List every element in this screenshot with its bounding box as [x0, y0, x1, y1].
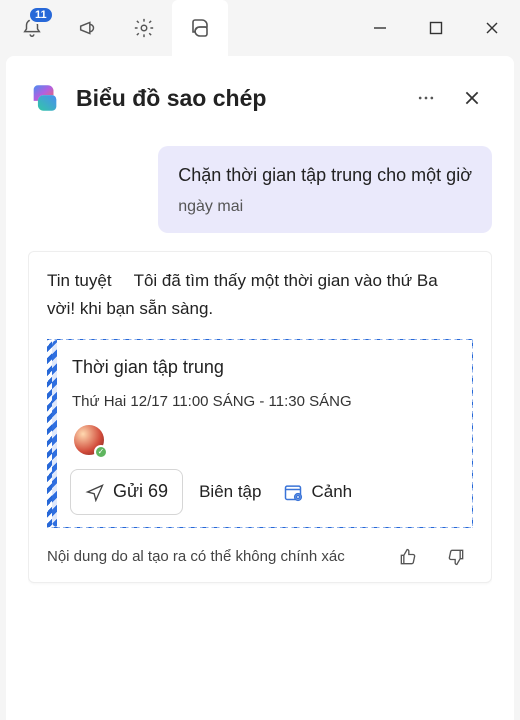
edit-button[interactable]: Biên tập — [193, 472, 267, 512]
settings-button[interactable] — [116, 0, 172, 56]
announce-button[interactable] — [60, 0, 116, 56]
window-controls — [352, 0, 520, 56]
send-icon — [85, 482, 105, 502]
user-message-line1: Chặn thời gian tập trung cho một giờ — [178, 162, 472, 189]
edit-button-label: Biên tập — [199, 479, 261, 505]
user-message-line2: ngày mai — [178, 195, 472, 219]
presence-available-icon — [94, 445, 108, 459]
calendar-icon — [283, 482, 303, 502]
attendee-avatar — [72, 423, 106, 457]
maximize-button[interactable] — [408, 0, 464, 56]
assistant-text-right: Tôi đã tìm thấy một thời gian vào thứ Ba — [134, 268, 438, 294]
chat-area: Chặn thời gian tập trung cho một giờ ngà… — [28, 146, 492, 710]
ai-disclaimer-text: Nội dung do al tạo ra có thể không chính… — [47, 545, 345, 568]
notifications-button[interactable]: 11 — [4, 0, 60, 56]
copilot-panel: Biểu đồ sao chép Chặn thời gian tập trun… — [6, 56, 514, 720]
assistant-text-row2: vời! khi bạn sẵn sàng. — [47, 296, 473, 322]
thumbs-up-button[interactable] — [391, 540, 425, 574]
assistant-text-left: Tin tuyệt — [47, 268, 112, 294]
copilot-tab-button[interactable] — [172, 0, 228, 56]
close-window-button[interactable] — [464, 0, 520, 56]
view-calendar-button[interactable]: Cảnh — [277, 472, 358, 512]
titlebar-left-icons: 11 — [0, 0, 352, 56]
panel-header-actions — [406, 78, 492, 118]
event-card: Thời gian tập trung Thứ Hai 12/17 11:00 … — [47, 339, 473, 528]
event-title: Thời gian tập trung — [72, 354, 458, 382]
event-card-actions: Gửi 69 Biên tập Cảnh — [70, 469, 458, 515]
send-button[interactable]: Gửi 69 — [70, 469, 183, 515]
event-time: Thứ Hai 12/17 11:00 SÁNG - 11:30 SÁNG — [72, 390, 458, 413]
thumbs-down-button[interactable] — [439, 540, 473, 574]
panel-title: Biểu đồ sao chép — [76, 85, 392, 112]
more-options-button[interactable] — [406, 78, 446, 118]
assistant-text-row1: Tin tuyệt Tôi đã tìm thấy một thời gian … — [47, 268, 473, 294]
panel-header: Biểu đồ sao chép — [28, 78, 492, 118]
copilot-logo-icon — [28, 81, 62, 115]
close-panel-button[interactable] — [452, 78, 492, 118]
view-button-label: Cảnh — [311, 479, 352, 505]
minimize-button[interactable] — [352, 0, 408, 56]
thumbs-up-icon — [398, 547, 418, 567]
thumbs-down-icon — [446, 547, 466, 567]
user-message-bubble: Chặn thời gian tập trung cho một giờ ngà… — [158, 146, 492, 233]
notification-badge: 11 — [28, 6, 54, 24]
assistant-footer: Nội dung do al tạo ra có thể không chính… — [47, 540, 473, 574]
window-titlebar: 11 — [0, 0, 520, 56]
send-button-label: Gửi 69 — [113, 478, 168, 506]
assistant-message-block: Tin tuyệt Tôi đã tìm thấy một thời gian … — [28, 251, 492, 583]
